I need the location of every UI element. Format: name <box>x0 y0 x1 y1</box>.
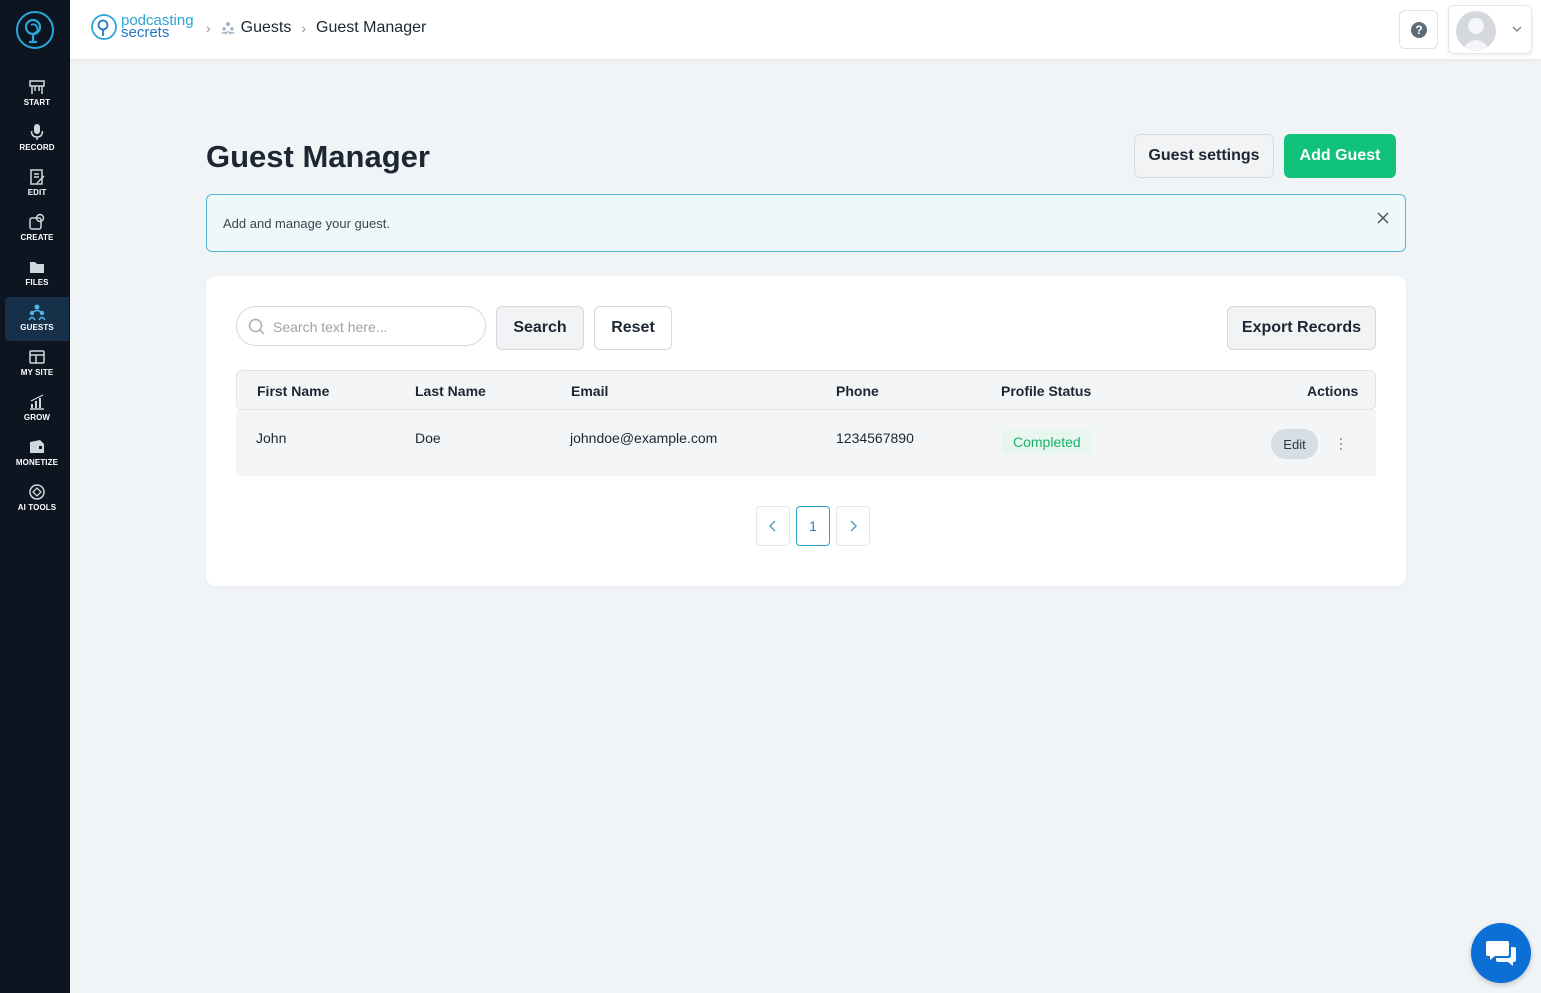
page-title: Guest Manager <box>206 139 430 174</box>
help-button[interactable]: ? <box>1399 10 1438 49</box>
column-header-actions: Actions <box>1307 383 1359 399</box>
brand-logo[interactable]: podcasting secrets <box>90 11 194 43</box>
export-records-button[interactable]: Export Records <box>1227 306 1376 350</box>
add-guest-button[interactable]: Add Guest <box>1284 134 1396 178</box>
sidebar-item-label: START <box>23 98 51 107</box>
search-input[interactable] <box>273 316 473 338</box>
breadcrumb: › Guests › Guest Manager <box>204 19 426 37</box>
ai-tools-icon <box>29 484 45 500</box>
more-options-icon[interactable] <box>1335 435 1347 453</box>
cell-first-name: John <box>256 430 287 446</box>
sidebar-item-monetize[interactable]: MONETIZE <box>5 432 69 476</box>
sidebar: START RECORD EDIT CREATE FILES GUESTS MY… <box>0 0 70 993</box>
search-icon <box>248 318 265 335</box>
column-header-email[interactable]: Email <box>571 383 608 399</box>
help-icon: ? <box>1410 21 1427 38</box>
pagination-page-button[interactable]: 1 <box>796 506 830 546</box>
status-badge: Completed <box>1002 430 1092 454</box>
breadcrumb-current: Guest Manager <box>316 19 427 36</box>
create-icon <box>29 213 45 230</box>
sidebar-item-ai-tools[interactable]: AI TOOLS <box>5 477 69 521</box>
edit-icon <box>30 169 45 185</box>
sidebar-item-edit[interactable]: EDIT <box>5 162 69 206</box>
sidebar-item-label: CREATE <box>20 233 54 242</box>
column-header-phone[interactable]: Phone <box>836 383 879 399</box>
search-button[interactable]: Search <box>496 306 584 350</box>
sidebar-item-label: FILES <box>25 278 49 287</box>
sidebar-item-label: MONETIZE <box>15 458 59 467</box>
sidebar-item-label: EDIT <box>27 188 47 197</box>
podcasting-secrets-logo-icon <box>91 14 117 40</box>
breadcrumb-separator-icon: › <box>206 20 211 36</box>
table-row[interactable]: John Doe johndoe@example.com 1234567890 … <box>236 410 1376 476</box>
chat-icon <box>1486 941 1516 966</box>
files-icon <box>30 262 44 273</box>
start-icon <box>29 80 45 94</box>
top-bar: podcasting secrets › Guests › Guest Mana… <box>70 0 1541 59</box>
chevron-left-icon <box>768 520 776 532</box>
breadcrumb-guests-link[interactable]: Guests <box>241 19 292 37</box>
cell-phone: 1234567890 <box>836 430 914 446</box>
column-header-last-name[interactable]: Last Name <box>415 383 486 399</box>
site-icon <box>29 350 45 364</box>
monetize-icon <box>30 440 44 453</box>
sidebar-item-files[interactable]: FILES <box>5 252 69 296</box>
table-header: First Name Last Name Email Phone Profile… <box>236 370 1376 410</box>
sidebar-item-create[interactable]: CREATE <box>5 207 69 251</box>
sidebar-item-label: RECORD <box>19 143 55 152</box>
user-placeholder-icon <box>1461 18 1491 51</box>
pagination-prev-button[interactable] <box>756 506 790 546</box>
sidebar-item-label: AI TOOLS <box>17 503 57 512</box>
column-header-first-name[interactable]: First Name <box>257 383 329 399</box>
chevron-right-icon <box>850 520 858 532</box>
guests-card: Search Reset Export Records First Name L… <box>206 276 1406 586</box>
column-header-profile-status[interactable]: Profile Status <box>1001 383 1091 399</box>
sidebar-item-guests[interactable]: GUESTS <box>5 297 69 341</box>
notice-text: Add and manage your guest. <box>223 216 390 231</box>
profile-menu-button[interactable] <box>1448 5 1532 54</box>
grow-icon <box>30 394 44 410</box>
search-field[interactable] <box>236 306 486 346</box>
breadcrumb-separator-icon: › <box>301 20 307 36</box>
app-logo-icon[interactable] <box>16 11 54 49</box>
guest-settings-button[interactable]: Guest settings <box>1134 134 1274 178</box>
close-icon[interactable] <box>1375 210 1391 226</box>
svg-text:?: ? <box>1415 23 1422 37</box>
sidebar-item-grow[interactable]: GROW <box>5 387 69 431</box>
guests-icon <box>28 304 46 321</box>
sidebar-item-label: GROW <box>23 413 51 422</box>
pagination-next-button[interactable] <box>836 506 870 546</box>
guests-icon <box>220 22 235 35</box>
sidebar-item-label: GUESTS <box>20 323 54 332</box>
info-notice: Add and manage your guest. <box>206 194 1406 252</box>
sidebar-item-label: MY SITE <box>20 368 54 377</box>
sidebar-item-record[interactable]: RECORD <box>5 117 69 161</box>
microphone-icon <box>30 124 44 140</box>
chat-widget-button[interactable] <box>1471 923 1531 983</box>
avatar <box>1456 11 1496 51</box>
sidebar-item-my-site[interactable]: MY SITE <box>5 342 69 386</box>
chevron-down-icon <box>1512 26 1522 33</box>
reset-button[interactable]: Reset <box>594 306 672 350</box>
cell-email: johndoe@example.com <box>570 430 718 446</box>
sidebar-item-start[interactable]: START <box>5 72 69 116</box>
edit-button[interactable]: Edit <box>1271 429 1318 459</box>
cell-last-name: Doe <box>415 430 441 446</box>
brand-wordmark: podcasting secrets <box>121 13 194 40</box>
